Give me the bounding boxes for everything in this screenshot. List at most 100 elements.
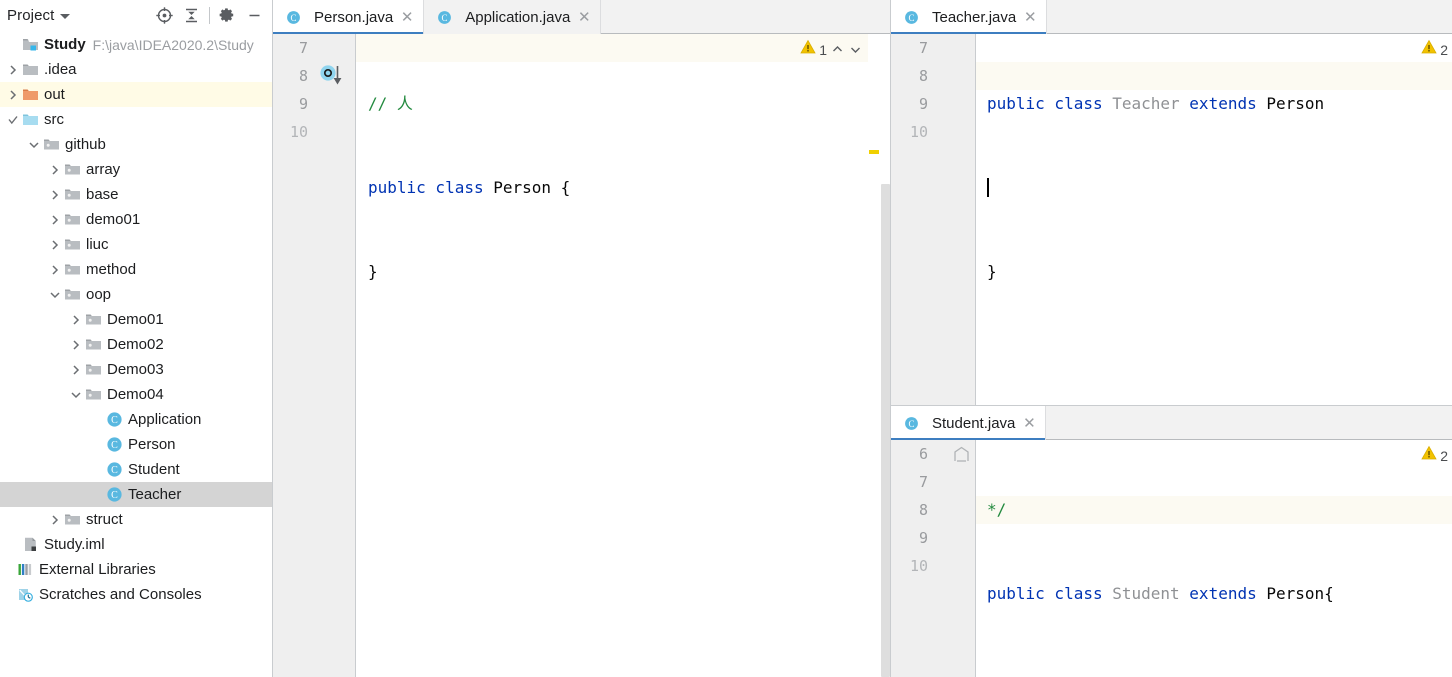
editor-vscrollbar-left[interactable] — [880, 34, 890, 677]
project-tree[interactable]: StudyF:\java\IDEA2020.2\Study .idea outsrc… — [0, 31, 272, 677]
close-icon[interactable]: ✕ — [577, 10, 591, 25]
chevron-right-icon[interactable] — [47, 182, 63, 207]
code-line — [987, 174, 1324, 202]
tree-item-label: Study.iml — [44, 536, 105, 553]
tree-item-student[interactable]: CStudent — [0, 457, 272, 482]
code-line: } — [987, 258, 1324, 286]
tree-item-github[interactable]: github — [0, 132, 272, 157]
java-class-icon: C — [435, 8, 453, 26]
inspection-widget-left[interactable]: 1 — [800, 39, 863, 60]
chevron-down-icon[interactable] — [848, 42, 863, 57]
close-icon[interactable]: ✕ — [1023, 10, 1037, 25]
inspection-widget-right-bottom[interactable]: 2 — [1421, 445, 1448, 466]
tree-item-label: struct — [86, 511, 123, 528]
tree-item-method[interactable]: method — [0, 257, 272, 282]
editor-split-right-bottom: C Student.java ✕ 6 7 8 9 10 — [891, 406, 1452, 677]
tree-item-out[interactable]: out — [0, 82, 272, 107]
tree-arrow-placeholder — [89, 407, 105, 432]
code-token: Student — [1112, 584, 1189, 603]
code-line: public class Person { — [368, 174, 570, 202]
chevron-right-icon[interactable] — [47, 257, 63, 282]
tree-item-teacher[interactable]: CTeacher — [0, 482, 272, 507]
chevron-down-icon[interactable] — [47, 282, 63, 307]
tree-item-label: oop — [86, 286, 111, 303]
svg-text:C: C — [908, 13, 914, 23]
tree-item-application[interactable]: CApplication — [0, 407, 272, 432]
tree-item-array[interactable]: array — [0, 157, 272, 182]
chevron-right-icon[interactable] — [5, 57, 21, 82]
chevron-right-icon[interactable] — [47, 507, 63, 532]
select-opened-file-icon[interactable] — [151, 2, 178, 29]
tree-indent — [0, 182, 47, 207]
inspection-widget-right-top[interactable]: 2 — [1421, 39, 1448, 60]
project-tool-window: Project — [0, 0, 273, 677]
overridden-by-subclass-icon[interactable] — [319, 65, 347, 91]
gutter-right-top[interactable]: 7 8 9 10 — [891, 34, 976, 406]
tree-item-label: .idea — [44, 61, 77, 78]
tab-person-java[interactable]: C Person.java ✕ — [273, 0, 424, 34]
chevron-right-icon[interactable] — [47, 157, 63, 182]
tree-item-study[interactable]: StudyF:\java\IDEA2020.2\Study — [0, 32, 272, 57]
line-number: 9 — [892, 90, 975, 118]
tree-item-src[interactable]: src — [0, 107, 272, 132]
code-editor-person[interactable]: 7 8 9 10 // 人 — [273, 34, 890, 677]
warning-count: 2 — [1440, 448, 1448, 464]
check-icon[interactable] — [5, 107, 21, 132]
tab-application-java[interactable]: C Application.java ✕ — [424, 0, 601, 34]
close-icon[interactable]: ✕ — [400, 10, 414, 25]
tree-item-struct[interactable]: struct — [0, 507, 272, 532]
code-line: */ — [987, 496, 1334, 524]
scrollbar-thumb[interactable] — [881, 184, 890, 677]
tab-teacher-java[interactable]: C Teacher.java ✕ — [891, 0, 1047, 34]
fold-end-icon[interactable] — [953, 446, 970, 467]
tree-item-demo03d[interactable]: Demo03 — [0, 357, 272, 382]
tree-item-extlibs[interactable]: External Libraries — [0, 557, 272, 582]
folder-gray-icon — [21, 61, 39, 79]
tree-item-oop[interactable]: oop — [0, 282, 272, 307]
tree-item-demo01d[interactable]: Demo01 — [0, 307, 272, 332]
gear-icon[interactable] — [214, 2, 241, 29]
code-editor-teacher[interactable]: 7 8 9 10 public class Teacher extends Pe… — [891, 34, 1452, 406]
tree-item-person[interactable]: CPerson — [0, 432, 272, 457]
tree-indent — [0, 282, 47, 307]
collapse-all-icon[interactable] — [178, 2, 205, 29]
tree-item-idea[interactable]: .idea — [0, 57, 272, 82]
warning-stripe-marker[interactable] — [869, 150, 879, 154]
tree-indent — [0, 132, 26, 157]
editor-split-right-top: C Teacher.java ✕ 7 8 9 10 — [891, 0, 1452, 406]
tree-indent — [0, 357, 68, 382]
chevron-right-icon[interactable] — [68, 357, 84, 382]
tree-item-scratches[interactable]: Scratches and Consoles — [0, 582, 272, 607]
tree-item-demo01[interactable]: demo01 — [0, 207, 272, 232]
tab-student-java[interactable]: C Student.java ✕ — [891, 406, 1046, 440]
svg-text:C: C — [290, 13, 296, 23]
project-title-dropdown[interactable]: Project — [0, 7, 70, 24]
chevron-right-icon[interactable] — [68, 307, 84, 332]
chevron-right-icon[interactable] — [5, 82, 21, 107]
tree-item-demo04d[interactable]: Demo04 — [0, 382, 272, 407]
warning-triangle-icon — [800, 39, 816, 60]
chevron-right-icon[interactable] — [47, 207, 63, 232]
code-token: Person{ — [1266, 584, 1333, 603]
tree-item-demo02d[interactable]: Demo02 — [0, 332, 272, 357]
package-icon — [84, 336, 102, 354]
line-number: 7 — [892, 34, 975, 62]
gutter-left[interactable]: 7 8 9 10 — [273, 34, 356, 677]
chevron-down-icon[interactable] — [68, 382, 84, 407]
chevron-down-icon[interactable] — [26, 132, 42, 157]
chevron-up-icon[interactable] — [830, 42, 845, 57]
close-icon[interactable]: ✕ — [1022, 416, 1036, 431]
chevron-right-icon[interactable] — [68, 332, 84, 357]
tree-arrow-placeholder — [89, 482, 105, 507]
hide-icon[interactable] — [241, 2, 268, 29]
chevron-right-icon[interactable] — [47, 232, 63, 257]
tree-item-base[interactable]: base — [0, 182, 272, 207]
code-line: } — [368, 258, 570, 286]
tabstrip-empty-space — [1046, 406, 1452, 439]
gutter-right-bottom[interactable]: 6 7 8 9 10 — [891, 440, 976, 677]
code-editor-student[interactable]: 6 7 8 9 10 */ p — [891, 440, 1452, 677]
tree-item-liuc[interactable]: liuc — [0, 232, 272, 257]
tree-item-studyiml[interactable]: Study.iml — [0, 532, 272, 557]
code-token: extends — [1189, 94, 1266, 113]
error-stripe-markup-left[interactable] — [868, 34, 880, 677]
